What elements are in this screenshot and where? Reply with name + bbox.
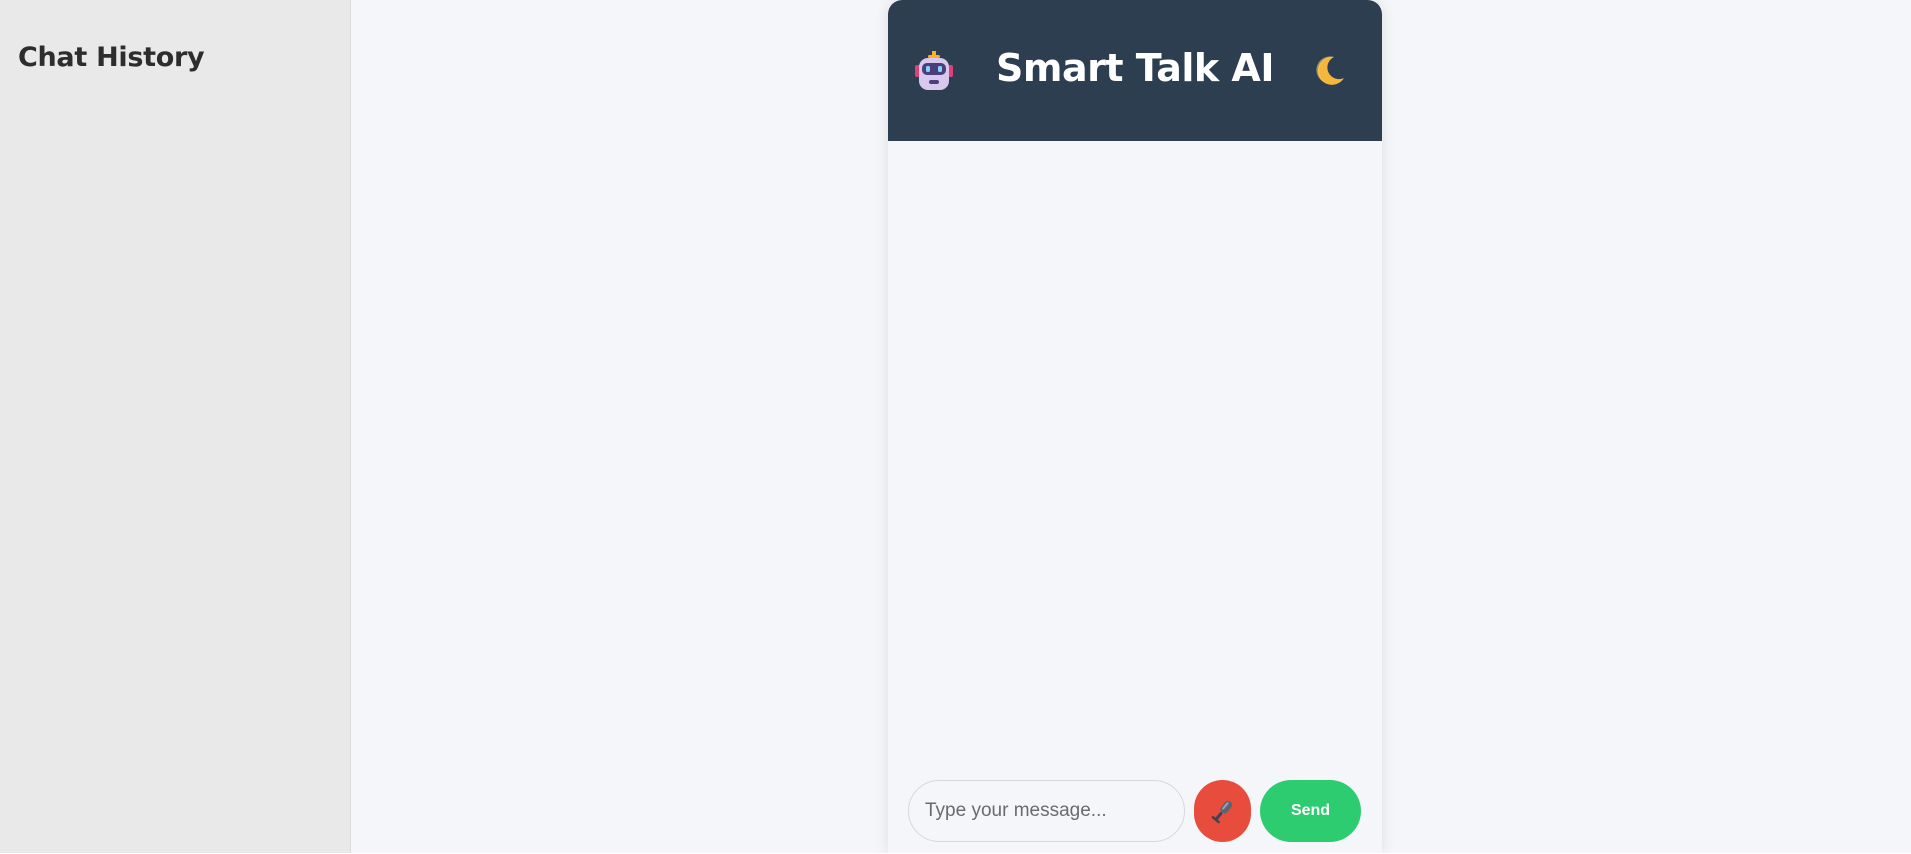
chat-title: Smart Talk AI <box>996 46 1274 90</box>
composer-bar: Send <box>888 778 1382 844</box>
message-input[interactable] <box>908 780 1185 842</box>
messages-area <box>888 141 1382 759</box>
microphone-icon <box>1211 800 1233 824</box>
chat-header: Smart Talk AI <box>888 0 1382 141</box>
send-button[interactable]: Send <box>1260 780 1361 842</box>
moon-icon[interactable] <box>1313 54 1347 88</box>
chat-history-sidebar: Chat History <box>0 0 351 854</box>
sidebar-title: Chat History <box>18 42 205 73</box>
app-root: Chat History Smart Talk AI Type your mes… <box>0 0 1911 854</box>
mic-button[interactable] <box>1194 780 1251 842</box>
chat-window: Smart Talk AI Type your message... Send <box>888 0 1382 854</box>
